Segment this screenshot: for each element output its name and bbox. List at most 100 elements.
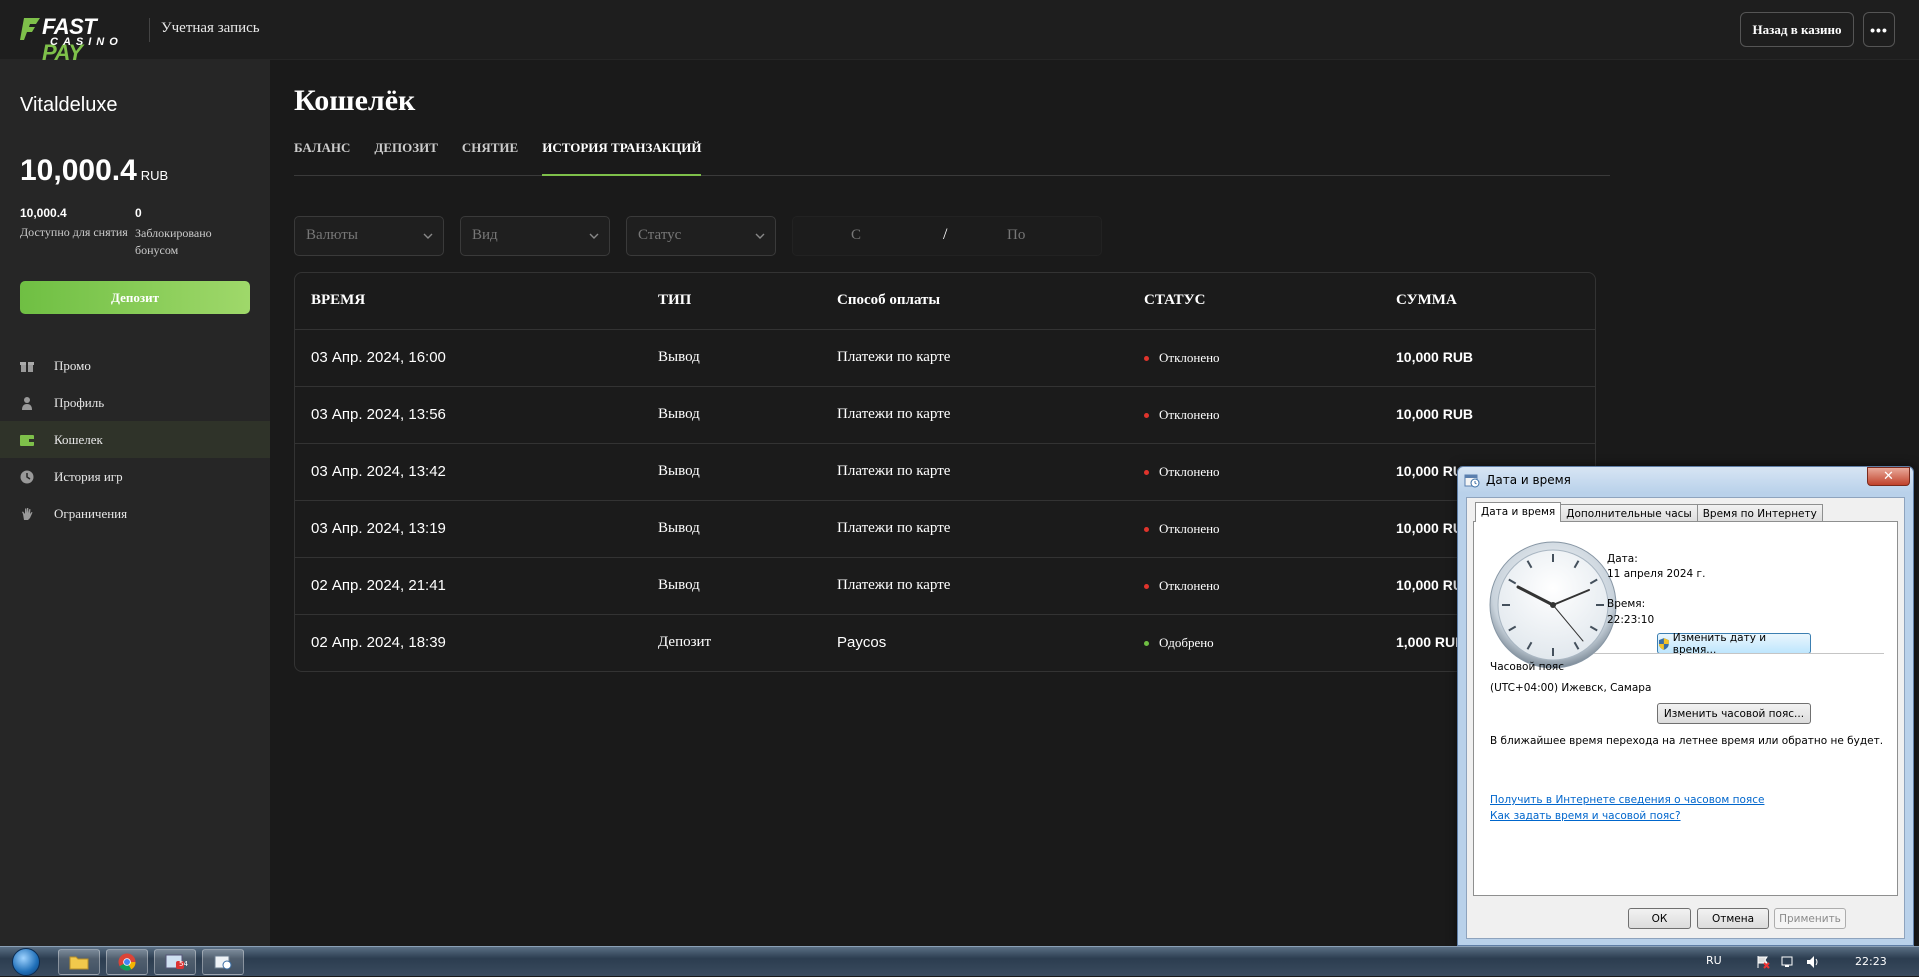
date-time-dialog: Дата и время ✕ Дата и время Дополнительн…: [1457, 466, 1914, 946]
status-select[interactable]: Статус: [626, 216, 776, 256]
uac-shield-icon: [1658, 637, 1669, 650]
dialog-panel: Дата: 11 апреля 2024 г. Время: 22:23:10 …: [1473, 521, 1898, 896]
row-type: Вывод: [658, 349, 700, 365]
table-row: 03 Апр. 2024, 13:42 Вывод Платежи по кар…: [295, 444, 1595, 501]
calendar-clock-icon: [1464, 474, 1480, 488]
apply-button[interactable]: Применить: [1774, 908, 1846, 929]
row-status-text: Отклонено: [1159, 350, 1220, 365]
taskbar-badge: 54: [179, 960, 188, 968]
tab-transaction-history[interactable]: ИСТОРИЯ ТРАНЗАКЦИЙ: [542, 138, 702, 176]
status-dot: [1144, 583, 1149, 589]
more-menu-button[interactable]: •••: [1863, 12, 1895, 47]
column-header-sum: СУММА: [1396, 292, 1457, 308]
time-label: Время:: [1607, 598, 1646, 610]
deposit-button[interactable]: Депозит: [20, 281, 250, 314]
network-icon[interactable]: [1781, 955, 1795, 969]
timezone-divider: [1594, 653, 1884, 654]
tab-balance[interactable]: БАЛАНС: [294, 138, 350, 176]
tab-withdraw[interactable]: СНЯТИЕ: [462, 138, 518, 176]
dialog-body: Дата и время Дополнительные часы Время п…: [1466, 497, 1905, 939]
analog-clock-icon: [1489, 541, 1617, 669]
tab-additional-clocks[interactable]: Дополнительные часы: [1560, 504, 1698, 522]
timezone-label: Часовой пояс: [1490, 661, 1564, 673]
row-status-text: Одобрено: [1159, 635, 1214, 650]
change-timezone-button[interactable]: Изменить часовой пояс...: [1657, 703, 1811, 724]
available-label: Доступно для снятия: [20, 225, 128, 239]
row-type: Вывод: [658, 520, 700, 536]
wallet-tabs: БАЛАНС ДЕПОЗИТ СНЯТИЕ ИСТОРИЯ ТРАНЗАКЦИЙ: [294, 138, 1610, 176]
tab-internet-time[interactable]: Время по Интернету: [1696, 504, 1823, 522]
howto-link[interactable]: Как задать время и часовой пояс?: [1490, 810, 1681, 822]
type-select-placeholder: Вид: [472, 227, 498, 243]
language-indicator[interactable]: RU: [1706, 954, 1722, 967]
row-method: Платежи по карте: [837, 463, 951, 479]
ok-button[interactable]: ОК: [1628, 908, 1691, 929]
blocked-label: Заблокировано бонусом: [135, 226, 212, 257]
taskbar-clock[interactable]: 22:23: [1855, 955, 1887, 968]
change-date-time-button[interactable]: Изменить дату и время...: [1657, 631, 1811, 656]
row-sum: 1,000 RUB: [1396, 634, 1466, 650]
balance-currency: RUB: [140, 168, 169, 183]
tab-deposit[interactable]: ДЕПОЗИТ: [374, 138, 437, 176]
date-label: Дата:: [1607, 553, 1638, 565]
sidebar: Vitaldeluxe 10,000.4 RUB 10,000.4 Доступн…: [0, 60, 270, 946]
action-center-flag-icon[interactable]: [1756, 955, 1770, 969]
row-time: 03 Апр. 2024, 13:19: [311, 520, 446, 537]
explorer-taskbar-button[interactable]: [58, 949, 100, 975]
transactions-table: ВРЕМЯ ТИП Способ оплаты СТАТУС СУММА 03 …: [294, 272, 1596, 672]
status-dot: [1144, 640, 1149, 646]
tab-date-time[interactable]: Дата и время: [1475, 502, 1562, 522]
row-status: Отклонено: [1144, 407, 1220, 423]
top-bar: FAST PAY CASINO Учетная запись Назад в к…: [0, 0, 1919, 65]
sidebar-item-promo[interactable]: Промо: [0, 347, 270, 384]
row-status-text: Отклонено: [1159, 464, 1220, 479]
sidebar-item-game-history[interactable]: История игр: [0, 458, 270, 495]
fastpay-logo[interactable]: FAST PAY CASINO: [20, 14, 138, 65]
row-status: Одобрено: [1144, 635, 1214, 651]
currency-select[interactable]: Валюты: [294, 216, 444, 256]
status-select-placeholder: Статус: [638, 227, 682, 243]
date-to-input[interactable]: По: [1007, 227, 1025, 244]
sidebar-item-wallet[interactable]: Кошелек: [0, 421, 270, 458]
time-value: 22:23:10: [1607, 614, 1655, 626]
date-value: 11 апреля 2024 г.: [1607, 568, 1706, 580]
datetime-taskbar-button[interactable]: [202, 949, 244, 975]
row-status: Отклонено: [1144, 521, 1220, 537]
row-method: Платежи по карте: [837, 577, 951, 593]
row-sum: 10,000 RUB: [1396, 406, 1474, 422]
row-method: Paycos: [837, 634, 887, 651]
chrome-taskbar-button[interactable]: [106, 949, 148, 975]
cancel-button[interactable]: Отмена: [1697, 908, 1769, 929]
type-select[interactable]: Вид: [460, 216, 610, 256]
timezone-info-link[interactable]: Получить в Интернете сведения о часовом …: [1490, 794, 1764, 806]
row-time: 03 Апр. 2024, 13:42: [311, 463, 446, 480]
app-taskbar-button[interactable]: 54: [154, 949, 196, 975]
available-value: 10,000.4: [20, 206, 67, 220]
table-row: 03 Апр. 2024, 16:00 Вывод Платежи по кар…: [295, 330, 1595, 387]
column-header-type: ТИП: [658, 292, 692, 308]
dialog-titlebar[interactable]: Дата и время ✕: [1458, 467, 1913, 493]
date-separator: /: [943, 226, 948, 243]
timezone-value: (UTC+04:00) Ижевск, Самара: [1490, 682, 1652, 694]
status-dot: [1144, 355, 1149, 361]
date-from-input[interactable]: С: [851, 227, 861, 244]
back-to-casino-button[interactable]: Назад в казино: [1740, 12, 1854, 47]
sidebar-item-profile[interactable]: Профиль: [0, 384, 270, 421]
blocked-value: 0: [135, 206, 142, 220]
column-header-time: ВРЕМЯ: [311, 292, 366, 308]
table-row: 02 Апр. 2024, 21:41 Вывод Платежи по кар…: [295, 558, 1595, 615]
close-button[interactable]: ✕: [1867, 467, 1910, 486]
table-row: 02 Апр. 2024, 18:39 Депозит Paycos Одобр…: [295, 615, 1595, 671]
status-dot: [1144, 412, 1149, 418]
start-button[interactable]: [6, 947, 46, 977]
status-dot: [1144, 526, 1149, 532]
date-range-picker[interactable]: С / По: [792, 216, 1102, 256]
volume-icon[interactable]: [1806, 955, 1820, 969]
page-title: Кошелёк: [294, 84, 416, 117]
sidebar-item-limits[interactable]: Ограничения: [0, 495, 270, 532]
account-label: Учетная запись: [161, 20, 260, 36]
change-date-time-label: Изменить дату и время...: [1672, 631, 1767, 656]
sidebar-item-label: Промо: [54, 357, 91, 373]
row-time: 03 Апр. 2024, 16:00: [311, 349, 446, 366]
wallet-icon: [20, 433, 34, 447]
